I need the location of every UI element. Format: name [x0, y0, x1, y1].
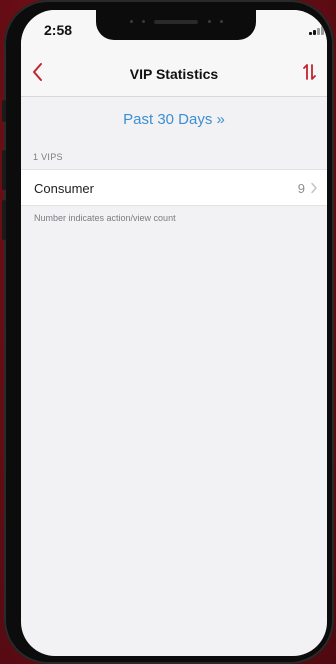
notch-sensor — [142, 20, 145, 23]
front-camera — [220, 20, 223, 23]
list-item-label: Consumer — [34, 181, 94, 196]
list-item-count: 9 — [297, 181, 305, 196]
notch-sensor — [130, 20, 133, 23]
volume-down-button — [2, 200, 6, 240]
signal-icon — [309, 25, 325, 35]
sort-button[interactable] — [299, 58, 321, 86]
volume-up-button — [2, 150, 6, 190]
earpiece-speaker — [154, 20, 198, 24]
notch-sensor — [208, 20, 211, 23]
section-header: 1 VIPS — [33, 152, 63, 162]
status-time: 2:58 — [44, 22, 73, 38]
page-title: VIP Statistics — [129, 66, 219, 82]
phone-frame: 2:58 VIP Statistics Past 30 Days » 1 VIP… — [2, 0, 334, 664]
sort-arrows-icon — [303, 64, 316, 80]
navigation-bar: VIP Statistics — [21, 50, 327, 97]
status-bar: 2:58 — [21, 10, 327, 50]
footnote-text: Number indicates action/view count — [34, 213, 176, 223]
notch — [96, 10, 256, 40]
app-screen: 2:58 VIP Statistics Past 30 Days » 1 VIP… — [21, 10, 327, 656]
silent-switch — [2, 100, 6, 122]
chevron-right-icon — [311, 182, 317, 194]
date-range-link[interactable]: Past 30 Days » — [21, 111, 327, 128]
list-item[interactable]: Consumer 9 — [21, 169, 327, 206]
